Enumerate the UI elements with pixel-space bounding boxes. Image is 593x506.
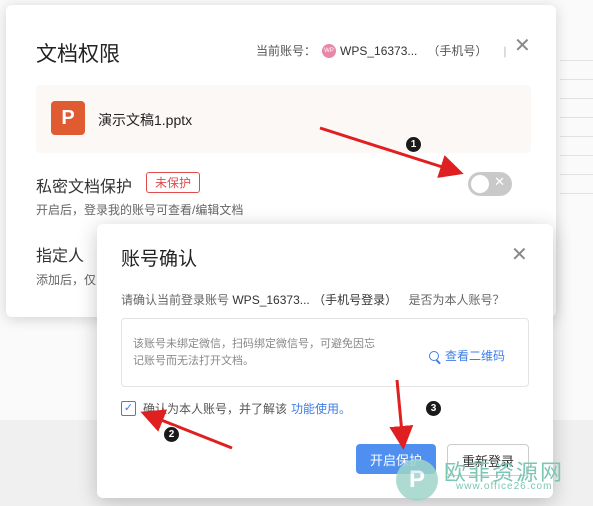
wechat-info-text: 该账号未绑定微信，扫码绑定微信号，可避免因忘记账号而无法打开文档。 [133, 338, 375, 367]
account-login-type: （手机号登录） [313, 293, 398, 307]
toggle-off-icon: ✕ [494, 174, 505, 189]
private-protection-description: 开启后，登录我的账号可查看/编辑文档 [36, 203, 244, 217]
checkbox-label: 确认为本人账号，并了解该 [143, 402, 288, 416]
private-protection-toggle[interactable]: ✕ [468, 172, 512, 196]
confirm-checkbox-row: ✓ 确认为本人账号，并了解该 功能使用。 [121, 400, 351, 417]
current-account: 当前账号： WP WPS_16373... （手机号） | [256, 42, 507, 59]
file-card: P 演示文稿1.pptx [36, 85, 531, 153]
dialog-title: 文档权限 [36, 43, 120, 66]
search-icon [429, 350, 439, 361]
watermark-url: www.office26.com [456, 481, 553, 492]
annotation-number-1: 1 [405, 136, 422, 153]
account-label: 当前账号： [256, 44, 317, 58]
account-name: WPS_16373... [340, 43, 418, 58]
view-qr-code-link[interactable]: 查看二维码 [429, 347, 505, 364]
ppt-file-icon: P [51, 101, 85, 135]
separator: | [503, 43, 507, 58]
private-protection-label: 私密文档保护 [36, 179, 133, 196]
annotation-number-2: 2 [163, 426, 180, 443]
status-badge: 未保护 [146, 172, 201, 193]
confirm-checkbox[interactable]: ✓ [121, 401, 136, 416]
avatar: WP [322, 43, 337, 58]
watermark: P 欧菲资源网 www.office26.com [396, 455, 586, 503]
annotation-number-3: 3 [425, 400, 442, 417]
confirm-question: 请确认当前登录账号 WPS_16373... （手机号登录） 是否为本人账号？ [121, 291, 504, 308]
prompt-prefix: 请确认当前登录账号 [121, 293, 230, 307]
account-name: WPS_16373... [232, 293, 310, 307]
view-qr-code-label: 查看二维码 [445, 349, 506, 363]
assignee-description: 添加后，仅 [36, 273, 97, 287]
toggle-knob [471, 175, 489, 193]
dialog-title: 账号确认 [121, 249, 198, 270]
wechat-info-box: 该账号未绑定微信，扫码绑定微信号，可避免因忘记账号而无法打开文档。 查看二维码 [121, 318, 529, 387]
close-icon[interactable]: ✕ [514, 36, 531, 56]
account-type: （手机号） [427, 44, 488, 58]
file-name: 演示文稿1.pptx [98, 112, 193, 128]
watermark-logo: P [396, 459, 438, 501]
close-icon[interactable]: ✕ [511, 245, 528, 265]
background-lines [560, 60, 593, 240]
prompt-suffix: 是否为本人账号？ [408, 293, 505, 307]
feature-usage-link[interactable]: 功能使用。 [291, 400, 351, 417]
assignee-label: 指定人 [36, 248, 85, 265]
